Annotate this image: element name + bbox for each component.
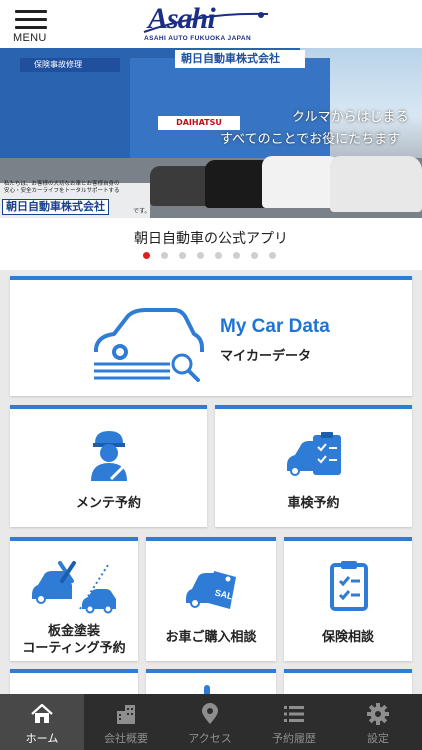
nav-company-label: 会社概要	[104, 732, 148, 745]
car-search-icon	[90, 304, 210, 384]
nav-settings-label: 設定	[367, 732, 389, 745]
maintenance-label: メンテ予約	[75, 496, 141, 511]
nav-access-label: アクセス	[188, 732, 232, 745]
vehicle-inspection-card[interactable]: 車検予約	[215, 405, 412, 527]
banner-note-line1: 私たちは、お客様の大切なお車とお客様自身の	[4, 181, 120, 187]
clipboard-check-icon	[330, 559, 368, 611]
home-icon	[31, 703, 53, 723]
carousel-caption-area: 朝日自動車の公式アプリ	[0, 218, 422, 270]
hero-banner[interactable]: 保険事故修理 朝日自動車株式会社 DAIHATSU 私たちは、お客様の大切なお車…	[0, 48, 422, 218]
menu-button[interactable]: MENU	[12, 10, 52, 46]
car-repair-icon	[30, 559, 118, 615]
asahi-logo: Asahi ASAHI AUTO FUKUOKA JAPAN	[140, 2, 275, 46]
carousel-dot[interactable]	[197, 252, 204, 259]
logo-wordmark: Asahi	[148, 2, 216, 35]
nav-company[interactable]: 会社概要	[84, 694, 168, 750]
menu-label: MENU	[13, 32, 47, 44]
bottom-navigation: ホーム 会社概要 アクセス 予約履歴 設定	[0, 694, 422, 750]
carousel-dot[interactable]	[143, 252, 150, 259]
carousel-caption: 朝日自動車の公式アプリ	[134, 231, 288, 247]
nav-reservation-history[interactable]: 予約履歴	[252, 694, 336, 750]
nav-access[interactable]: アクセス	[168, 694, 252, 750]
inspection-label: 車検予約	[287, 496, 340, 511]
list-icon	[284, 706, 304, 722]
my-car-data-card[interactable]: My Car Data マイカーデータ	[10, 276, 412, 396]
hamburger-icon	[15, 10, 47, 34]
car-sale-tag-icon: SALE	[184, 561, 238, 611]
carousel-dots[interactable]	[143, 252, 283, 260]
banner-note: 私たちは、お客様の大切なお車とお客様自身の 安心・安全カーライフをトータルサポー…	[4, 181, 154, 195]
banner-tagline-line1: クルマからはじまる	[292, 110, 409, 125]
nav-home-label: ホーム	[25, 732, 59, 745]
bodywork-label-line2: コーティング予約	[22, 641, 126, 656]
map-pin-icon	[202, 703, 218, 724]
carousel-dot[interactable]	[269, 252, 276, 259]
insurance-consultation-card[interactable]: 保険相談	[284, 537, 412, 661]
app-header: MENU Asahi ASAHI AUTO FUKUOKA JAPAN	[0, 0, 422, 48]
nav-settings[interactable]: 設定	[336, 694, 420, 750]
nav-reservation-history-label: 予約履歴	[272, 732, 316, 745]
car-purchase-consultation-card[interactable]: SALE お車ご購入相談	[146, 537, 276, 661]
banner-company-name: 朝日自動車株式会社	[2, 199, 109, 215]
building-icon	[117, 705, 135, 724]
mechanic-icon	[85, 429, 133, 481]
banner-company-suffix: です。	[133, 208, 151, 215]
gear-icon	[367, 703, 389, 725]
carousel-dot[interactable]	[179, 252, 186, 259]
carousel-dot[interactable]	[161, 252, 168, 259]
banner-sign-insurance: 保険事故修理	[20, 58, 120, 72]
carousel-dot[interactable]	[251, 252, 258, 259]
nav-home[interactable]: ホーム	[0, 694, 84, 750]
purchase-label: お車ご購入相談	[165, 630, 257, 645]
bodywork-coating-card[interactable]: 板金塗装 コーティング予約	[10, 537, 138, 661]
logo-subtitle: ASAHI AUTO FUKUOKA JAPAN	[144, 35, 252, 42]
car-checklist-icon	[285, 431, 345, 479]
my-car-data-title: My Car Data	[220, 316, 330, 337]
maintenance-reservation-card[interactable]: メンテ予約	[10, 405, 207, 527]
banner-car	[330, 156, 422, 212]
banner-tagline-line2: すべてのことでお役にたちます	[220, 132, 401, 147]
carousel-dot[interactable]	[215, 252, 222, 259]
carousel-dot[interactable]	[233, 252, 240, 259]
insurance-label: 保険相談	[321, 630, 374, 645]
banner-sign-company: 朝日自動車株式会社	[175, 50, 305, 68]
bodywork-label-line1: 板金塗装	[47, 624, 100, 639]
banner-note-line2: 安心・安全カーライフをトータルサポートする	[4, 188, 120, 194]
my-car-data-subtitle: マイカーデータ	[220, 349, 312, 364]
